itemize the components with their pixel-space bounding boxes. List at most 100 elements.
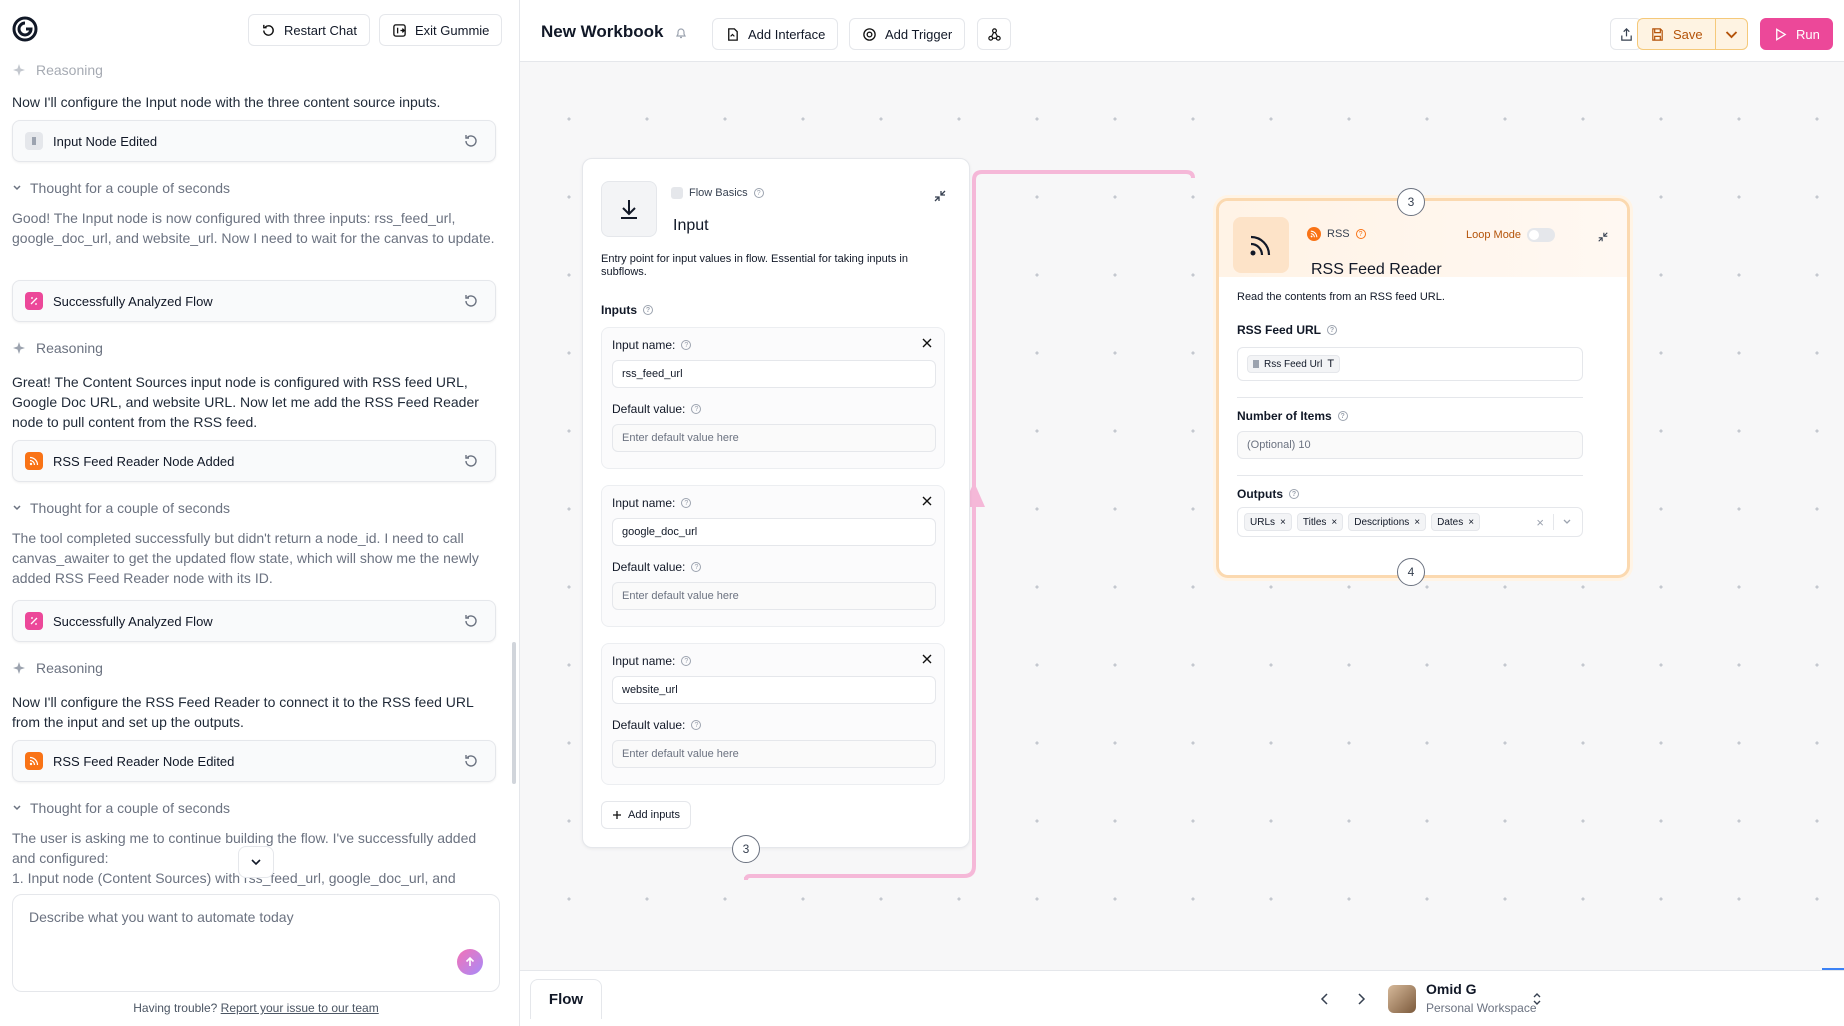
help-icon[interactable]: ? [1337,411,1348,421]
input-node[interactable]: Flow Basics ? Input Entry point for inpu… [582,158,970,848]
scroll-to-bottom-button[interactable] [238,846,274,878]
rss-output-handle[interactable]: 4 [1397,558,1425,586]
report-issue-link[interactable]: Report your issue to our team [221,1001,379,1015]
add-interface-button[interactable]: Add Interface [712,18,839,50]
save-button[interactable]: Save [1637,18,1716,50]
help-icon[interactable]: ? [691,720,702,730]
help-icon[interactable]: ? [681,656,692,666]
refresh-icon[interactable] [463,293,479,309]
input-item: Input name:? google_doc_url Default valu… [601,485,945,627]
output-tag[interactable]: URLs × [1244,513,1292,531]
add-trigger-button[interactable]: Add Trigger [849,18,966,50]
workbook-title[interactable]: New Workbook [541,22,663,42]
save-options-button[interactable] [1715,18,1748,50]
chevron-down-icon[interactable] [1562,517,1572,527]
run-button[interactable]: Run [1760,18,1833,50]
input-name-field[interactable]: rss_feed_url [612,360,936,388]
flow-canvas[interactable]: Flow Basics ? Input Entry point for inpu… [520,62,1844,970]
workspace: New Workbook Add Interface Add Trigger S… [520,0,1844,1026]
chevron-left-icon[interactable] [1320,993,1330,1005]
output-tag-label: Descriptions [1354,516,1410,528]
remove-tag-icon[interactable]: × [1280,517,1286,528]
remove-tag-icon[interactable]: × [1468,517,1474,528]
help-icon[interactable]: ? [753,188,764,198]
thought-label: Thought for a couple of seconds [30,180,231,196]
webhook-button[interactable] [977,18,1011,50]
add-inputs-button[interactable]: Add inputs [601,801,691,829]
refresh-icon[interactable] [463,133,479,149]
exit-icon [393,23,406,37]
interface-icon [728,27,738,41]
chat-messages[interactable]: Reasoning Now I'll configure the Input n… [0,58,512,886]
remove-input-icon[interactable] [922,496,932,506]
chevron-up-down-icon[interactable] [1532,991,1542,1007]
restart-chat-button[interactable]: Restart Chat [248,14,370,46]
thought-text: Good! The Input node is now configured w… [12,210,495,246]
output-tag[interactable]: Descriptions × [1348,513,1427,531]
reasoning-header[interactable]: Reasoning [12,62,103,78]
default-value-field[interactable]: Enter default value here [612,424,936,452]
reasoning-header[interactable]: Reasoning [12,340,103,356]
tab-flow[interactable]: Flow [530,979,602,1019]
event-input-node-edited[interactable]: Input Node Edited [12,120,496,162]
help-icon[interactable]: ? [643,305,653,315]
reasoning-header[interactable]: Reasoning [12,660,103,676]
remove-input-icon[interactable] [922,338,932,348]
rss-input-handle[interactable]: 3 [1397,188,1425,216]
help-icon[interactable]: ? [691,404,702,414]
send-button[interactable] [457,949,483,975]
help-icon[interactable]: ? [1327,325,1338,335]
avatar[interactable] [1388,985,1416,1013]
chevron-right-icon[interactable] [1356,993,1366,1005]
rss-url-label: RSS Feed URL? [1237,323,1338,337]
workbook-toolbar: New Workbook Add Interface Add Trigger S… [520,0,1844,62]
default-value-field[interactable]: Enter default value here [612,740,936,768]
collapse-icon[interactable] [1597,231,1609,243]
chevron-down-icon [1725,30,1738,38]
refresh-icon[interactable] [463,613,479,629]
loop-mode-toggle[interactable] [1527,228,1556,242]
workspace-footer: Flow Omid G Personal Workspace [520,970,1844,1026]
analyze-icon [25,292,43,310]
input-name-field[interactable]: google_doc_url [612,518,936,546]
remove-tag-icon[interactable]: × [1414,517,1420,528]
assistant-message: Great! The Content Sources input node is… [12,374,479,430]
help-icon[interactable]: ? [691,562,702,572]
exit-gummie-button[interactable]: Exit Gummie [379,14,503,46]
rss-url-field[interactable]: Rss Feed Url T [1237,347,1583,381]
output-tag[interactable]: Dates × [1431,513,1481,531]
chat-input[interactable] [29,909,449,925]
event-rss-node-added[interactable]: RSS Feed Reader Node Added [12,440,496,482]
default-value-field[interactable]: Enter default value here [612,582,936,610]
input-name-field[interactable]: website_url [612,676,936,704]
event-label: Input Node Edited [53,133,158,149]
thought-toggle[interactable]: Thought for a couple of seconds [12,500,230,516]
thought-toggle[interactable]: Thought for a couple of seconds [12,180,230,196]
help-icon[interactable]: ? [681,498,692,508]
outputs-select[interactable]: URLs × Titles × Descriptions × Dates × × [1237,507,1583,537]
event-rss-node-edited[interactable]: RSS Feed Reader Node Edited [12,740,496,782]
clear-icon[interactable]: × [1536,515,1544,530]
rss-feed-reader-node[interactable]: RSS ? RSS Feed Reader Loop Mode Read the… [1216,198,1630,578]
remove-tag-icon[interactable]: × [1331,517,1337,528]
chat-scrollbar[interactable] [512,642,516,784]
reasoning-label: Reasoning [36,340,103,356]
input-output-handle[interactable]: 3 [732,835,760,863]
refresh-icon[interactable] [463,453,479,469]
bell-icon[interactable] [674,26,688,40]
variable-chip[interactable]: Rss Feed Url T [1247,355,1341,373]
thought-toggle[interactable]: Thought for a couple of seconds [12,800,230,816]
event-analyzed-flow[interactable]: Successfully Analyzed Flow [12,600,496,642]
event-analyzed-flow[interactable]: Successfully Analyzed Flow [12,280,496,322]
output-tag[interactable]: Titles × [1296,513,1344,531]
help-icon[interactable]: ? [1355,229,1366,239]
remove-input-icon[interactable] [922,654,932,664]
save-label: Save [1673,26,1703,42]
number-items-field[interactable]: (Optional) 10 [1237,431,1583,459]
help-icon[interactable]: ? [681,340,692,350]
refresh-icon[interactable] [463,753,479,769]
collapse-icon[interactable] [933,189,947,203]
download-icon [601,181,657,237]
workspace-name: Personal Workspace [1426,1001,1537,1015]
help-icon[interactable]: ? [1289,489,1299,499]
